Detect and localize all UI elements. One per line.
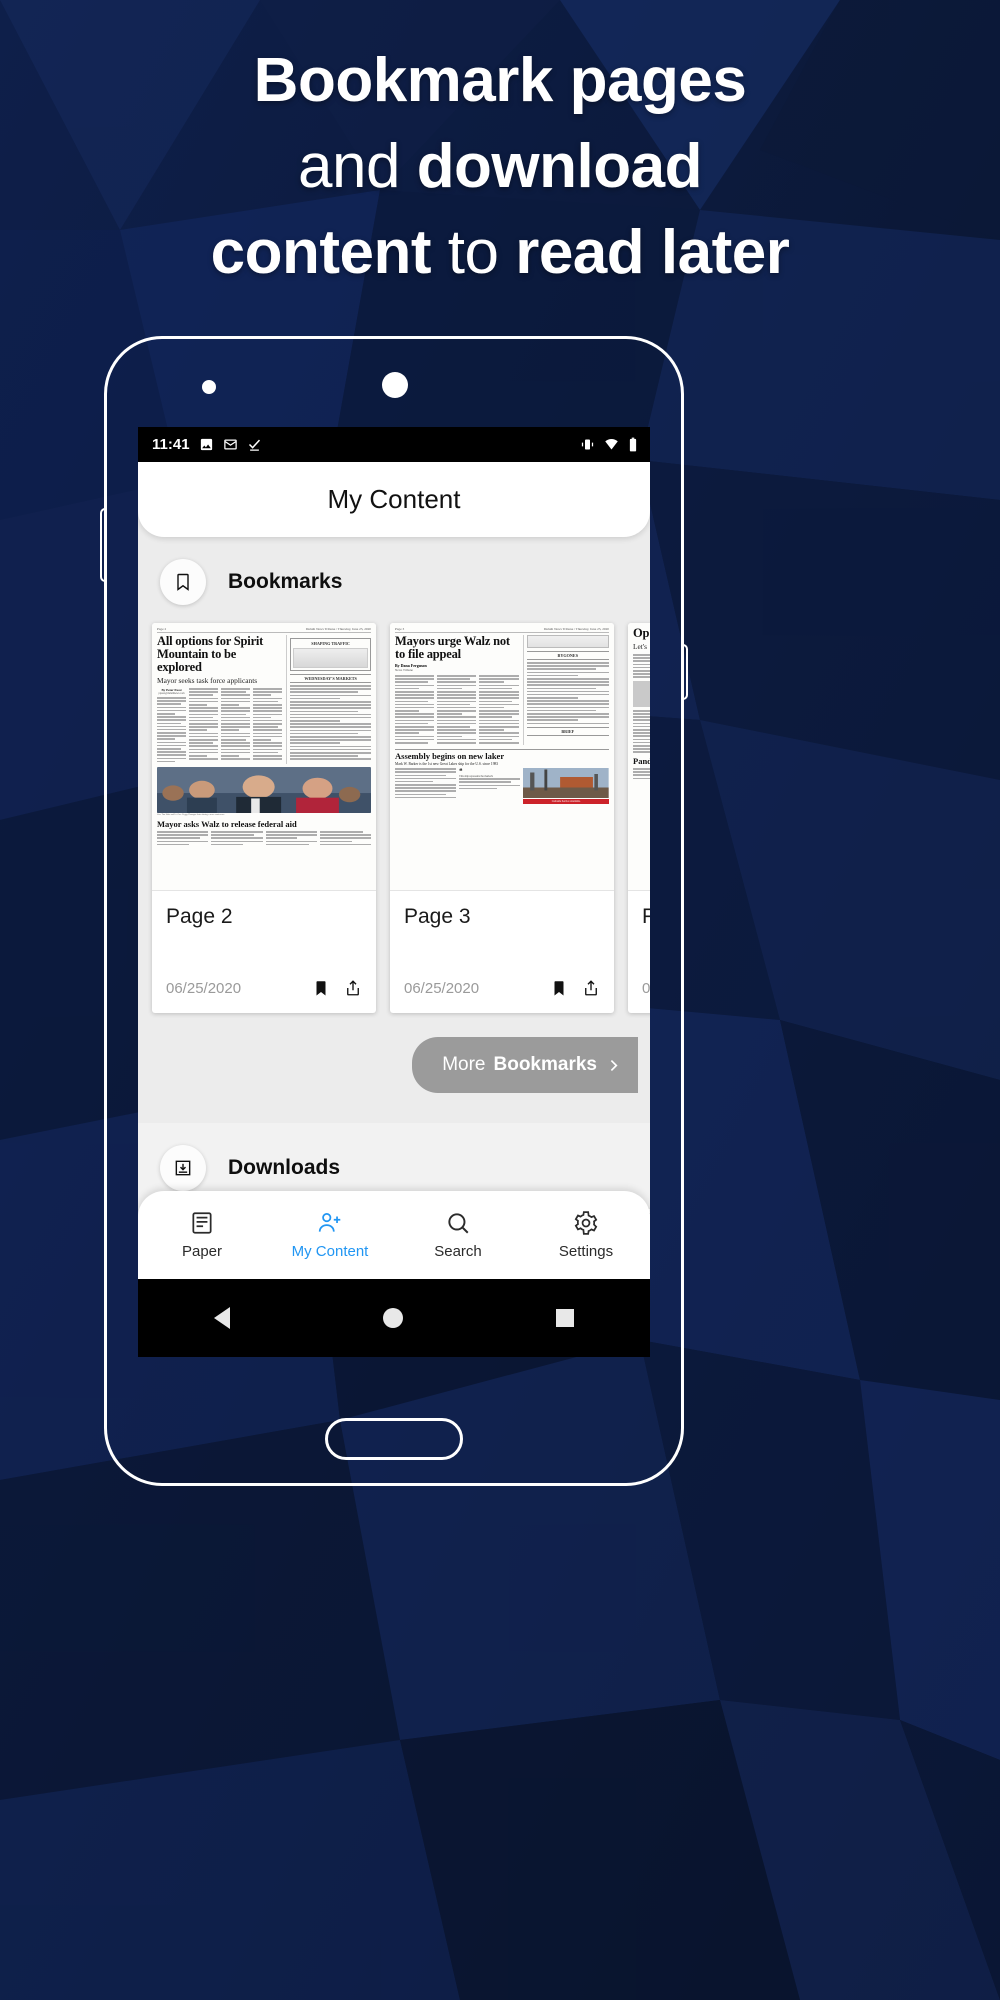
nav-item-my-content[interactable]: My Content xyxy=(266,1210,394,1260)
paper-subhead: Mayor seeks task force applicants xyxy=(157,676,258,685)
paper-ad-text: Curbside Service Available. xyxy=(523,799,609,805)
person-add-icon xyxy=(318,1213,341,1232)
page-title: My Content xyxy=(327,484,461,514)
bookmark-filled-icon[interactable] xyxy=(312,979,330,997)
paper-headline: Mayors urge Walz not to file appeal xyxy=(395,634,510,661)
gear-icon xyxy=(574,1211,598,1235)
section-title-bookmarks: Bookmarks xyxy=(228,570,343,593)
nav-label-search: Search xyxy=(434,1243,482,1260)
share-icon[interactable] xyxy=(582,979,600,997)
card-date: 0 xyxy=(642,980,650,997)
phone-sensor-dot xyxy=(202,380,216,394)
back-triangle-icon[interactable] xyxy=(214,1307,231,1329)
bookmark-card[interactable]: Page 2 Duluth News Tribune / Thursday, J… xyxy=(152,623,376,1013)
promo-headline: Bookmark pages and download content to r… xyxy=(0,38,1000,296)
paper-rule-right: Duluth News Tribune / Thursday, June 25,… xyxy=(543,627,609,631)
bottom-navigation: Paper My Content Search Settings xyxy=(138,1191,650,1279)
share-icon[interactable] xyxy=(344,979,362,997)
gmail-icon xyxy=(223,439,237,450)
paper-byline-email: ppassi@duluthnews.com xyxy=(158,692,185,695)
section-title-downloads: Downloads xyxy=(228,1156,341,1179)
checkmark-icon xyxy=(248,439,260,451)
newspaper-icon xyxy=(192,1212,212,1234)
battery-icon xyxy=(629,437,637,452)
paper-box-title: BYGONES xyxy=(526,651,609,660)
nav-label-paper: Paper xyxy=(181,1243,223,1260)
phone-home-pill xyxy=(325,1418,463,1460)
paper-photo xyxy=(633,680,650,707)
paper-rule-left: Page 2 xyxy=(157,627,167,631)
paper-box-sub: WEDNESDAY'S MARKETS xyxy=(290,674,371,683)
bookmark-card[interactable]: Page 3 Duluth News Tribune / Thursday, J… xyxy=(390,623,614,1013)
more-bookmarks-button[interactable]: More Bookmarks xyxy=(412,1037,638,1093)
bookmark-filled-icon[interactable] xyxy=(550,979,568,997)
more-bookmarks-row: More Bookmarks xyxy=(138,1013,650,1119)
headline-line-3: content to read later xyxy=(210,218,790,287)
page-thumbnail[interactable]: Op Let's Pan xyxy=(628,623,650,891)
phone-front-camera xyxy=(382,372,408,398)
bookmarks-card-rail[interactable]: Page 2 Duluth News Tribune / Thursday, J… xyxy=(138,623,650,1013)
more-bookmarks-prefix: More xyxy=(442,1054,486,1075)
app-bar: My Content xyxy=(138,462,650,537)
card-date: 06/25/2020 xyxy=(404,979,480,997)
home-circle-icon[interactable] xyxy=(382,1308,403,1328)
paper-byline: News Tribune xyxy=(395,668,413,672)
paper-headline: Op xyxy=(633,626,650,640)
card-page-label: Page 3 xyxy=(404,905,471,928)
paper-photo xyxy=(157,766,371,813)
phone-screen: 11:41 My Content Bookmarks Page 2 Duluth… xyxy=(138,427,650,1357)
page-thumbnail[interactable]: Page 3 Duluth News Tribune / Thursday, J… xyxy=(390,623,614,891)
paper-rule-left: Page 3 xyxy=(395,627,405,631)
android-system-nav xyxy=(138,1279,650,1357)
vibrate-icon xyxy=(581,439,594,450)
paper-box-sub: BRIEF xyxy=(526,727,609,737)
phone-mockup: 11:41 My Content Bookmarks Page 2 Duluth… xyxy=(100,336,688,1486)
chevron-right-icon xyxy=(610,1059,618,1071)
paper-secondary-headline: Assembly begins on new laker xyxy=(395,749,609,761)
paper-photo xyxy=(523,768,609,799)
more-bookmarks-bold: Bookmarks xyxy=(493,1054,598,1075)
nav-item-search[interactable]: Search xyxy=(394,1210,522,1260)
phone-side-button-left xyxy=(100,508,105,582)
status-bar: 11:41 xyxy=(138,427,650,462)
paper-photo-caption: Gov. Tim Walz and Lt. Gov. Peggy Flanaga… xyxy=(157,813,226,816)
paper-box-title: SHAPING TRAFFIC xyxy=(311,641,350,646)
section-header-bookmarks: Bookmarks xyxy=(138,537,650,623)
card-date: 06/25/2020 xyxy=(166,979,242,997)
paper-rule-right: Duluth News Tribune / Thursday, June 25,… xyxy=(305,627,371,631)
status-time: 11:41 xyxy=(152,436,190,453)
headline-line-2: and download xyxy=(298,132,702,201)
wifi-icon xyxy=(605,438,618,450)
paper-subhead: Let's xyxy=(633,642,648,651)
phone-side-button-right xyxy=(683,644,688,700)
card-page-label: P xyxy=(642,905,650,928)
recents-square-icon[interactable] xyxy=(555,1309,574,1327)
nav-item-settings[interactable]: Settings xyxy=(522,1210,650,1260)
image-icon xyxy=(200,438,212,451)
paper-headline: All options for Spirit Mountain to be ex… xyxy=(157,634,264,674)
page-thumbnail[interactable]: Page 2 Duluth News Tribune / Thursday, J… xyxy=(152,623,376,891)
bookmark-outline-icon xyxy=(160,559,206,605)
nav-label-my-content: My Content xyxy=(291,1243,369,1260)
download-box-icon xyxy=(160,1145,206,1191)
nav-label-settings: Settings xyxy=(558,1243,614,1260)
nav-item-paper[interactable]: Paper xyxy=(138,1210,266,1260)
headline-line-1: Bookmark pages xyxy=(253,46,747,115)
card-page-label: Page 2 xyxy=(166,905,233,928)
bookmark-card[interactable]: Op Let's Pan P 0 xyxy=(628,623,650,1013)
paper-secondary-sub: Mark W. Barker is the 1st new Great Lake… xyxy=(395,762,499,767)
paper-secondary-headline: Mayor asks Walz to release federal aid xyxy=(157,818,297,829)
paper-secondary-headline: Pande xyxy=(633,755,650,766)
pull-quote-mark: ❝ xyxy=(459,769,463,776)
search-icon xyxy=(448,1213,469,1234)
